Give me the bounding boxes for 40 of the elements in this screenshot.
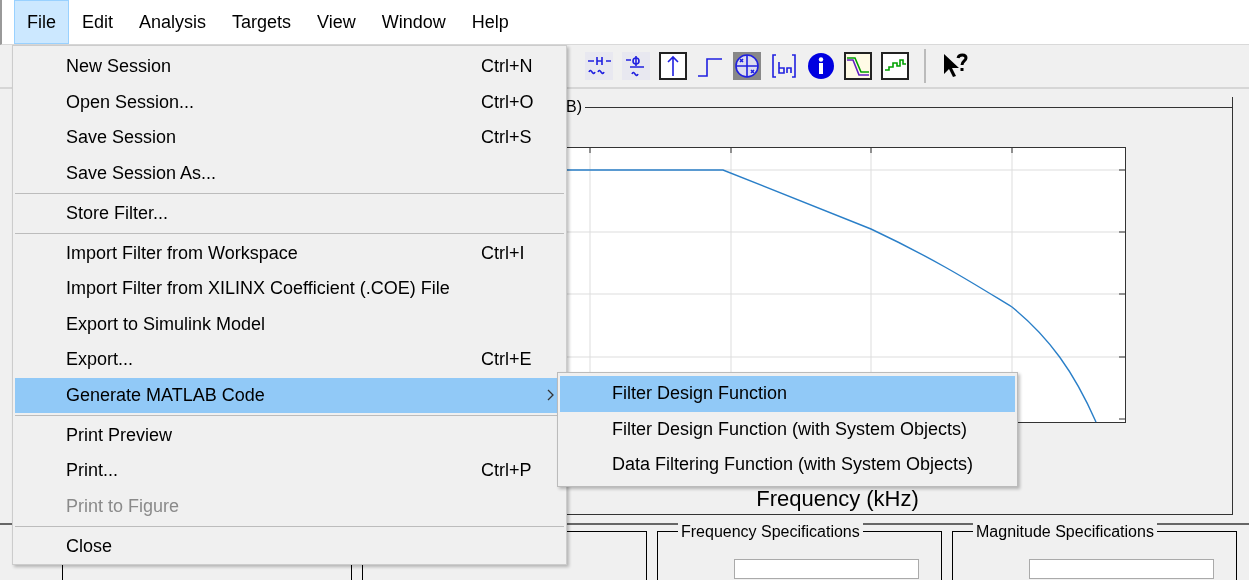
pole-zero-icon[interactable] bbox=[733, 52, 761, 80]
menu-item[interactable]: Analysis bbox=[126, 0, 220, 44]
axis-label: Frequency (kHz) bbox=[755, 487, 920, 511]
dropdown-field[interactable] bbox=[1029, 559, 1214, 579]
menu-item[interactable]: Help bbox=[458, 0, 522, 44]
menu-item[interactable]: Data Filtering Function (with System Objects) bbox=[560, 447, 1015, 483]
dropdown-field[interactable] bbox=[734, 559, 919, 579]
help-cursor-icon[interactable] bbox=[941, 52, 969, 80]
shortcut-label: Ctrl+O bbox=[481, 91, 535, 113]
magnitude-plot-icon[interactable] bbox=[844, 52, 872, 80]
chevron-right-icon bbox=[547, 389, 555, 402]
menu-item[interactable]: Export to Simulink Model bbox=[15, 306, 564, 342]
shortcut-label: Ctrl+N bbox=[481, 56, 534, 78]
menu-item[interactable]: Store Filter... bbox=[15, 195, 564, 231]
info-icon[interactable] bbox=[807, 52, 835, 80]
menu-item[interactable]: Save Session Ctrl+S bbox=[15, 120, 564, 156]
shortcut-label: Ctrl+P bbox=[481, 460, 533, 482]
menu-item[interactable]: View bbox=[304, 0, 369, 44]
menu-item[interactable]: Open Session... Ctrl+O bbox=[15, 84, 564, 120]
group-title: Magnitude Specifications bbox=[973, 523, 1157, 541]
menu-item[interactable]: New Session Ctrl+N bbox=[15, 49, 564, 85]
menu-item[interactable]: Window bbox=[368, 0, 459, 44]
menu-item[interactable]: Filter Design Function bbox=[560, 376, 1015, 412]
menu-item[interactable]: Filter Design Function (with System Objects) bbox=[560, 411, 1015, 447]
menu-item[interactable]: Targets bbox=[219, 0, 305, 44]
menu-item[interactable]: Export... Ctrl+E bbox=[15, 342, 564, 378]
brackets-icon[interactable] bbox=[770, 52, 798, 80]
menu-item[interactable]: Import Filter from Workspace Ctrl+I bbox=[15, 235, 564, 271]
shortcut-label: Ctrl+S bbox=[481, 127, 533, 149]
menu-item[interactable]: Import Filter from XILINX Coefficient (.COE) File bbox=[15, 271, 564, 307]
menu-item[interactable]: Close bbox=[15, 528, 564, 564]
group-title: Frequency Specifications bbox=[678, 523, 863, 541]
menu-item[interactable]: Save Session As... bbox=[15, 155, 564, 191]
menu-item[interactable]: Edit bbox=[69, 0, 127, 44]
shortcut-label: Ctrl+I bbox=[481, 242, 526, 264]
menu-item[interactable]: File bbox=[14, 0, 69, 44]
filter-diagram-icon[interactable] bbox=[585, 52, 613, 80]
staircase-plot-icon[interactable] bbox=[881, 52, 909, 80]
shortcut-label: Ctrl+E bbox=[481, 349, 533, 371]
filter-diagram-icon[interactable] bbox=[622, 52, 650, 80]
